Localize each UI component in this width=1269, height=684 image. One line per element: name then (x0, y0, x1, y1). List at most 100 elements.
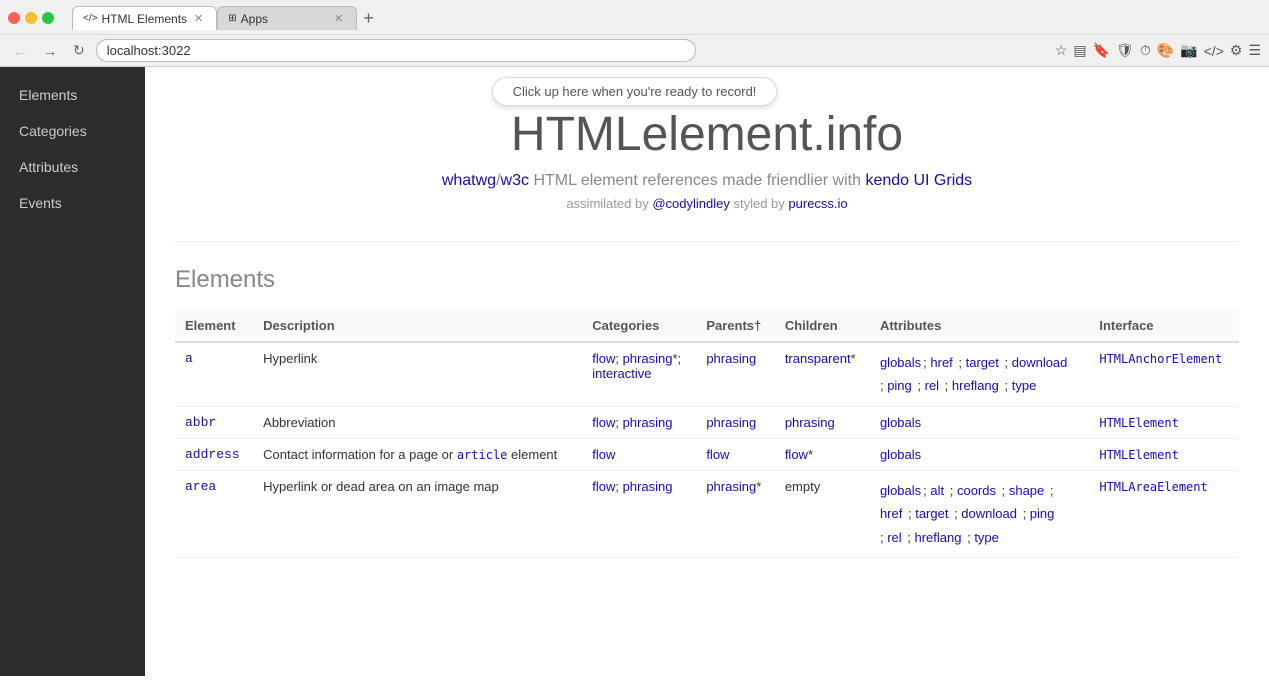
interface-link[interactable]: HTMLAreaElement (1099, 480, 1207, 494)
sep: ; (1019, 506, 1030, 521)
element-link-abbr[interactable]: abbr (185, 415, 216, 430)
cat-flow-link[interactable]: flow (592, 479, 615, 494)
cat-flow-link[interactable]: flow (592, 351, 615, 366)
attr-shape[interactable]: shape (1009, 483, 1044, 498)
tab-close-apps[interactable]: ✕ (331, 11, 346, 26)
attr-rel[interactable]: rel (925, 378, 939, 393)
sep: ; (998, 483, 1009, 498)
tab-html-elements[interactable]: </> HTML Elements ✕ (72, 6, 217, 30)
nav-icons-right: ☆ ▤ 🔖 🛡 ⏱ 🎨 📷 </> ⚙ ☰ (1055, 42, 1261, 59)
element-link-a[interactable]: a (185, 351, 193, 366)
cat-flow-link[interactable]: flow (592, 447, 615, 462)
interface-link[interactable]: HTMLElement (1099, 416, 1178, 430)
attribution-prefix: assimilated by (566, 196, 648, 211)
categories-cell: flow; phrasing*; interactive (582, 342, 696, 406)
attr-type[interactable]: type (1012, 378, 1037, 393)
attr-globals[interactable]: globals (880, 483, 921, 498)
new-tab-button[interactable]: + (357, 8, 380, 29)
parent-link[interactable]: phrasing (706, 415, 756, 430)
address-text: localhost:3022 (107, 43, 685, 58)
timer-icon[interactable]: ⏱ (1140, 42, 1151, 59)
attr-globals[interactable]: globals (880, 355, 921, 370)
attr-download[interactable]: download (1012, 355, 1068, 370)
back-button[interactable]: ← (8, 41, 32, 61)
children-link[interactable]: transparent (785, 351, 851, 366)
children-cell: transparent* (775, 342, 870, 406)
nav-bar: ← → ↻ localhost:3022 ☆ ▤ 🔖 🛡 ⏱ 🎨 📷 </> ⚙… (0, 34, 1269, 66)
table-header: Element Description Categories Parents† … (175, 310, 1239, 342)
maximize-window-button[interactable] (42, 12, 54, 24)
children-cell: phrasing (775, 406, 870, 438)
cat-phrasing-link[interactable]: phrasing (623, 351, 673, 366)
cat-interactive-link[interactable]: interactive (592, 366, 651, 381)
attr-href[interactable]: href (880, 506, 902, 521)
cam-icon[interactable]: 📷 (1180, 42, 1197, 59)
codylindley-link[interactable]: @codylindley (652, 196, 730, 211)
children-cell: flow* (775, 438, 870, 470)
main-content: HTMLelement.info whatwg/w3c HTML element… (145, 67, 1269, 676)
attr-type[interactable]: type (974, 530, 999, 545)
attr-rel[interactable]: rel (887, 530, 901, 545)
attr-hreflang[interactable]: hreflang (914, 530, 961, 545)
menu-icon[interactable]: ☰ (1248, 42, 1261, 59)
sidebar-item-events[interactable]: Events (0, 185, 145, 221)
attr-ping[interactable]: ping (1030, 506, 1055, 521)
shield-icon[interactable]: 🛡 (1116, 42, 1134, 59)
parent-link[interactable]: phrasing (706, 479, 756, 494)
categories-cell: flow; phrasing (582, 406, 696, 438)
element-cell: a (175, 342, 253, 406)
settings-icon[interactable]: ⚙ (1230, 42, 1243, 59)
sep: ; (1001, 378, 1012, 393)
categories-cell: flow (582, 438, 696, 470)
sidebar-item-attributes[interactable]: Attributes (0, 149, 145, 185)
attr-ping[interactable]: ping (887, 378, 912, 393)
w3c-link[interactable]: w3c (501, 172, 529, 189)
attr-hreflang[interactable]: hreflang (952, 378, 999, 393)
attr-target[interactable]: target (966, 355, 999, 370)
interface-link[interactable]: HTMLAnchorElement (1099, 352, 1222, 366)
element-link-address[interactable]: address (185, 447, 240, 462)
element-link-area[interactable]: area (185, 479, 216, 494)
cat-phrasing-link[interactable]: phrasing (623, 479, 673, 494)
sidebar-item-categories[interactable]: Categories (0, 113, 145, 149)
parent-link[interactable]: phrasing (706, 351, 756, 366)
cat-flow-link[interactable]: flow (592, 415, 615, 430)
attr-globals[interactable]: globals (880, 447, 921, 462)
attr-alt[interactable]: alt (930, 483, 944, 498)
sep: ; (904, 506, 915, 521)
whatwg-link[interactable]: whatwg (442, 172, 496, 189)
reading-icon[interactable]: ▤ (1073, 42, 1086, 59)
purecss-link[interactable]: purecss.io (788, 196, 847, 211)
forward-button[interactable]: → (38, 41, 62, 61)
bookmark-icon[interactable]: 🔖 (1093, 42, 1110, 59)
code-icon[interactable]: </> (1204, 43, 1224, 59)
minimize-window-button[interactable] (25, 12, 37, 24)
sep: ; (941, 378, 952, 393)
cat-phrasing-link[interactable]: phrasing (623, 415, 673, 430)
attr-target[interactable]: target (915, 506, 948, 521)
tabs-bar: </> HTML Elements ✕ ⊞ Apps ✕ + (72, 6, 380, 30)
interface-link[interactable]: HTMLElement (1099, 448, 1178, 462)
sidebar-item-elements[interactable]: Elements (0, 77, 145, 113)
reload-button[interactable]: ↻ (68, 40, 90, 61)
attributes-cell: globals (870, 406, 1089, 438)
attributes-cell: globals; alt ; coords ; shape ;href ; ta… (870, 470, 1089, 557)
article-link[interactable]: article (457, 448, 508, 462)
attr-coords[interactable]: coords (957, 483, 996, 498)
parent-link[interactable]: flow (706, 447, 729, 462)
color-icon[interactable]: 🎨 (1157, 42, 1174, 59)
tab-apps[interactable]: ⊞ Apps ✕ (217, 6, 357, 30)
children-link[interactable]: flow (785, 447, 808, 462)
star-icon[interactable]: ☆ (1055, 42, 1068, 59)
attr-href[interactable]: href (930, 355, 952, 370)
tab-close-html[interactable]: ✕ (191, 11, 206, 26)
sep: ; (914, 378, 925, 393)
attr-download[interactable]: download (961, 506, 1017, 521)
attribution-middle: styled by (733, 196, 784, 211)
children-link[interactable]: phrasing (785, 415, 835, 430)
kendo-link[interactable]: kendo UI Grids (865, 172, 972, 189)
close-window-button[interactable] (8, 12, 20, 24)
address-bar[interactable]: localhost:3022 (96, 39, 696, 62)
tab-favicon-apps: ⊞ (228, 13, 236, 24)
attr-globals[interactable]: globals (880, 415, 921, 430)
